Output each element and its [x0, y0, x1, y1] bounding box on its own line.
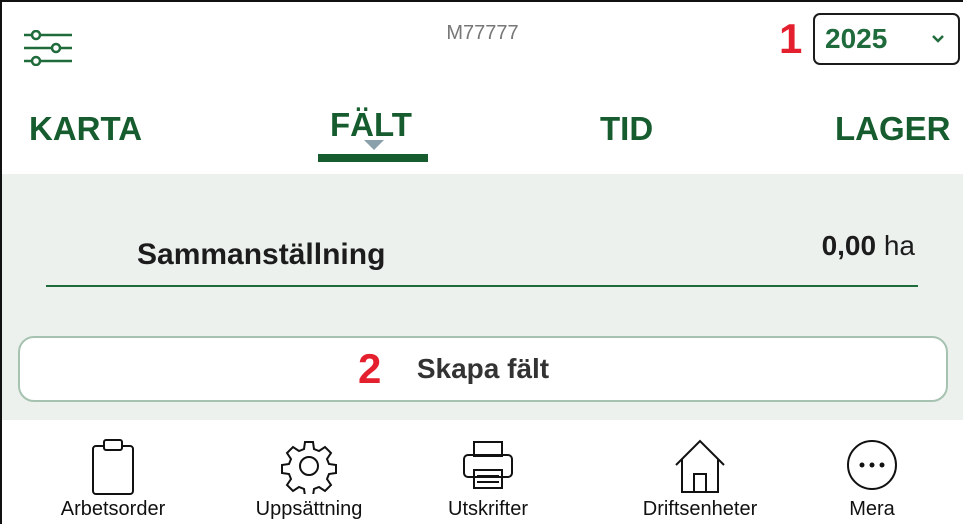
nav-mera[interactable]: Mera: [840, 420, 904, 524]
summary-area-value: 0,00: [821, 230, 877, 261]
create-field-button[interactable]: Skapa fält: [18, 336, 948, 402]
nav-label-driftsenheter: Driftsenheter: [642, 498, 758, 520]
create-field-label: Skapa fält: [416, 353, 550, 384]
nav-label-utskrifter: Utskrifter: [448, 498, 528, 520]
nav-utskrifter[interactable]: Utskrifter: [442, 420, 534, 524]
annotation-marker-2: 2: [358, 345, 382, 392]
tab-bar: KARTA FÄLT TID LAGER: [2, 92, 963, 174]
nav-label-uppsattning: Uppsättning: [255, 498, 363, 520]
tab-lager[interactable]: LAGER: [835, 110, 951, 148]
chevron-down-icon: [932, 35, 944, 43]
bottom-nav: Arbetsorder Uppsättning Utskrifter Drift…: [2, 420, 963, 524]
tab-falt[interactable]: FÄLT: [330, 106, 412, 144]
printer-icon: [463, 441, 513, 489]
active-tab-indicator: [318, 154, 428, 162]
nav-uppsattning[interactable]: Uppsättning: [252, 420, 366, 524]
summary-title: Sammanställning: [137, 238, 386, 271]
clipboard-icon: [92, 439, 134, 495]
summary-area-unit: ha: [883, 230, 915, 261]
gear-icon: [281, 441, 337, 494]
nav-driftsenheter[interactable]: Driftsenheter: [636, 420, 764, 524]
caret-down-icon: [364, 140, 384, 150]
summary-area: 0,00 ha: [822, 230, 915, 262]
nav-label-mera: Mera: [849, 498, 895, 520]
house-icon: [675, 439, 725, 493]
nav-label-arbetsorder: Arbetsorder: [60, 498, 166, 520]
nav-arbetsorder[interactable]: Arbetsorder: [57, 420, 169, 524]
year-select[interactable]: 2025: [813, 13, 960, 65]
year-select-value: 2025: [825, 23, 888, 54]
tab-tid[interactable]: TID: [600, 110, 653, 148]
more-dots-icon: [847, 440, 897, 490]
annotation-marker-1: 1: [779, 15, 803, 62]
tab-karta[interactable]: KARTA: [29, 110, 142, 148]
summary-divider: [46, 285, 918, 287]
